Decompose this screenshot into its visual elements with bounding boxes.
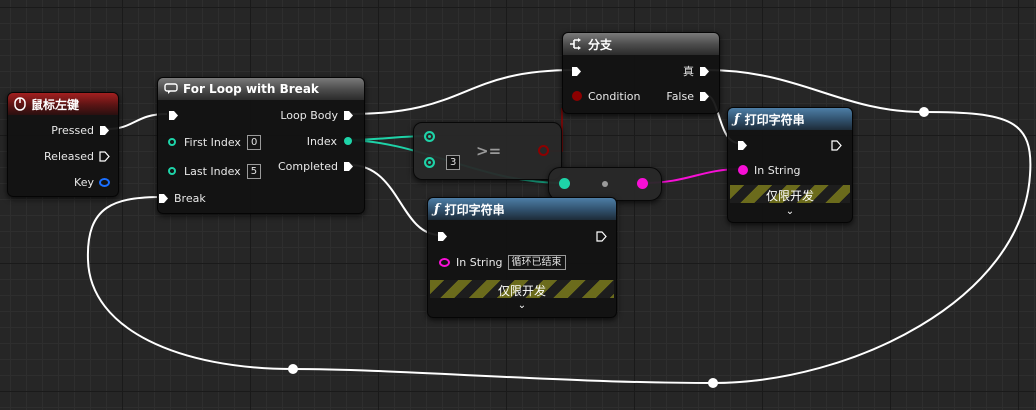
print-right-exec-in[interactable]	[737, 138, 748, 152]
false-label: False	[666, 89, 694, 103]
string-pin-filled-icon[interactable]	[738, 165, 748, 175]
print-string-header-bottom[interactable]: ƒ 打印字符串	[428, 198, 616, 220]
print-right-in-string-pin[interactable]: In String	[738, 163, 801, 177]
condition-label: Condition	[588, 89, 641, 103]
bool-pin-icon[interactable]	[572, 91, 582, 101]
exec-out-filled-icon[interactable]	[343, 161, 354, 172]
conversion-dot-icon	[602, 181, 608, 187]
print-string-title-right: 打印字符串	[744, 112, 805, 127]
true-pin[interactable]: 真	[683, 64, 710, 78]
exec-out-empty-icon[interactable]	[596, 230, 607, 242]
print-string-title-bottom: 打印字符串	[444, 202, 505, 217]
branch-node[interactable]: 分支 Condition 真 False	[562, 32, 720, 114]
first-index-value[interactable]: 0	[246, 134, 262, 150]
event-node-left-mouse[interactable]: 鼠标左键 Pressed Released Key	[7, 92, 119, 197]
break-pin[interactable]: Break	[158, 191, 206, 205]
exec-in-filled-icon[interactable]	[571, 66, 582, 77]
event-node-title: 鼠标左键	[31, 97, 80, 112]
bool-out-pin[interactable]	[538, 145, 549, 156]
development-only-label: 仅限开发	[497, 284, 546, 298]
mouse-icon	[14, 97, 26, 111]
for-loop-with-break-node[interactable]: For Loop with Break First Index 0 Last I…	[157, 77, 365, 214]
function-icon: ƒ	[734, 111, 740, 127]
loop-body-pin[interactable]: Loop Body	[280, 108, 354, 122]
int-to-string-conversion-node[interactable]	[548, 167, 662, 201]
break-label: Break	[174, 191, 206, 205]
key-label: Key	[74, 175, 94, 189]
released-label: Released	[44, 149, 94, 163]
reroute-knot-2[interactable]	[708, 378, 718, 388]
first-index-label: First Index	[184, 135, 241, 149]
exec-out-filled-icon[interactable]	[99, 125, 110, 136]
exec-out-filled-icon[interactable]	[699, 91, 710, 102]
branch-icon	[570, 38, 581, 50]
exec-in-filled-icon[interactable]	[737, 140, 748, 151]
conversion-string-out-pin[interactable]	[637, 178, 648, 189]
int-pin-icon[interactable]	[168, 138, 176, 146]
loop-macro-icon	[164, 83, 178, 94]
in-string-label: In String	[456, 255, 503, 269]
completed-pin[interactable]: Completed	[278, 159, 354, 173]
for-loop-exec-in[interactable]	[168, 108, 179, 122]
compare-b-value[interactable]: 3	[446, 155, 461, 170]
false-pin[interactable]: False	[666, 89, 710, 103]
wire-loopbody-to-branch	[349, 69, 576, 115]
int-pin-icon[interactable]	[168, 167, 176, 175]
last-index-pin[interactable]: Last Index 5	[168, 163, 262, 179]
print-string-node-bottom[interactable]: ƒ 打印字符串 In String 循环已结束 仅限开发 ⌄	[427, 197, 617, 318]
true-label: 真	[683, 65, 694, 78]
loop-body-label: Loop Body	[280, 108, 338, 122]
expand-chevron-icon[interactable]: ⌄	[428, 300, 616, 311]
index-label: Index	[306, 134, 337, 148]
expand-chevron-icon[interactable]: ⌄	[728, 206, 852, 217]
exec-in-filled-icon[interactable]	[437, 231, 448, 242]
branch-exec-in[interactable]	[571, 64, 582, 78]
function-icon: ƒ	[434, 201, 440, 217]
branch-header[interactable]: 分支	[563, 33, 719, 55]
in-string-label: In String	[754, 163, 801, 177]
released-pin[interactable]: Released	[44, 149, 110, 163]
event-node-header[interactable]: 鼠标左键	[8, 93, 118, 115]
branch-title: 分支	[588, 37, 613, 52]
exec-out-empty-icon[interactable]	[831, 139, 842, 151]
greater-equal-node[interactable]: 3 >=	[413, 122, 562, 180]
key-pin[interactable]: Key	[74, 175, 110, 189]
pressed-label: Pressed	[51, 123, 94, 137]
reroute-knot-3[interactable]	[288, 364, 298, 374]
for-loop-title: For Loop with Break	[183, 82, 319, 96]
exec-out-filled-icon[interactable]	[343, 110, 354, 121]
for-loop-header[interactable]: For Loop with Break	[158, 78, 364, 100]
compare-b-pin[interactable]	[424, 157, 435, 168]
development-only-label: 仅限开发	[765, 189, 814, 203]
print-right-exec-out[interactable]	[831, 138, 842, 152]
compare-a-pin[interactable]	[424, 131, 435, 142]
exec-out-empty-icon[interactable]	[99, 150, 110, 162]
first-index-pin[interactable]: First Index 0	[168, 134, 262, 150]
pressed-pin[interactable]: Pressed	[51, 123, 110, 137]
last-index-value[interactable]: 5	[246, 163, 262, 179]
string-pin-empty-icon[interactable]	[439, 257, 450, 267]
reroute-knot-1[interactable]	[919, 107, 929, 117]
index-pin[interactable]: Index	[307, 134, 352, 148]
exec-in-filled-icon[interactable]	[158, 193, 169, 204]
conversion-int-in-pin[interactable]	[559, 178, 570, 189]
print-bottom-in-string-pin[interactable]: In String 循环已结束	[439, 254, 566, 270]
print-bottom-exec-in[interactable]	[437, 229, 448, 243]
exec-in-filled-icon[interactable]	[168, 110, 179, 121]
int-pin-filled-icon[interactable]	[344, 137, 352, 145]
condition-pin[interactable]: Condition	[572, 89, 641, 103]
compare-operator: >=	[476, 142, 502, 160]
exec-out-filled-icon[interactable]	[699, 66, 710, 77]
in-string-value[interactable]: 循环已结束	[507, 254, 566, 270]
print-bottom-exec-out[interactable]	[596, 229, 607, 243]
last-index-label: Last Index	[184, 164, 241, 178]
completed-label: Completed	[278, 159, 338, 173]
struct-pin-icon[interactable]	[99, 177, 110, 187]
print-string-header-right[interactable]: ƒ 打印字符串	[728, 108, 852, 130]
print-string-node-right[interactable]: ƒ 打印字符串 In String 仅限开发 ⌄	[727, 107, 853, 223]
